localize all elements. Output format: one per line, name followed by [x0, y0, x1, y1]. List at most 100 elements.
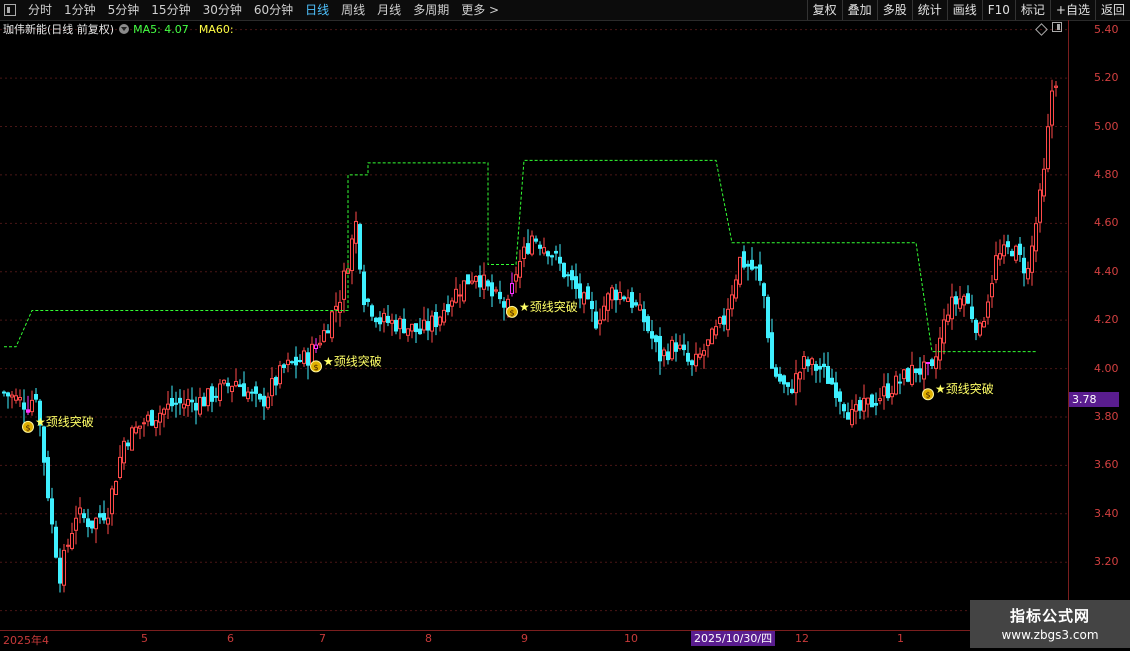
period-tab[interactable]: 多周期 [407, 0, 455, 20]
candle-body [814, 364, 818, 371]
candle-body [314, 344, 318, 349]
period-tab[interactable]: 60分钟 [248, 0, 299, 20]
candle-body [30, 399, 34, 413]
candle-body [138, 425, 142, 429]
candle-body [962, 295, 966, 306]
candle-body [838, 391, 842, 402]
candle-body [606, 293, 610, 311]
candle-body [942, 319, 946, 344]
price-axis-line [1068, 20, 1069, 630]
date-label: 6 [227, 632, 234, 645]
candle-body [722, 315, 726, 325]
multi-stock-button[interactable]: 多股 [876, 0, 912, 20]
candle-body [70, 533, 74, 549]
candle-body [682, 344, 686, 351]
add-watchlist-button[interactable]: +自选 [1049, 0, 1095, 20]
candle-body [302, 350, 306, 364]
candle-body [74, 517, 78, 531]
period-tab[interactable]: 30分钟 [197, 0, 248, 20]
candle-body [714, 326, 718, 336]
date-label: 12 [795, 632, 809, 645]
candle-body [1018, 243, 1022, 255]
period-tab[interactable]: 月线 [371, 0, 407, 20]
candle-body [622, 296, 626, 300]
candle-body [890, 393, 894, 398]
panel-toggle-icon[interactable] [1052, 22, 1062, 32]
candle-body [366, 298, 370, 302]
period-tab[interactable]: 分时 [22, 0, 58, 20]
candle-body [482, 274, 486, 290]
candle-body [306, 352, 310, 366]
price-tick-label: 5.40 [1094, 22, 1119, 36]
candle-body [558, 256, 562, 264]
candle-body [686, 352, 690, 362]
candle-body [710, 328, 714, 345]
candle-body [10, 394, 14, 398]
more-periods-button[interactable]: 更多 > [455, 0, 505, 20]
candle-body [322, 330, 326, 342]
candle-body [810, 358, 814, 365]
candle-body [582, 292, 586, 305]
candle-body [66, 544, 70, 547]
candle-body [746, 263, 750, 267]
candle-body [430, 315, 434, 332]
candle-body [114, 480, 118, 496]
candle-body [462, 280, 466, 302]
restore-rights-button[interactable]: 复权 [806, 0, 842, 20]
candle-body [654, 335, 658, 343]
candlestick-chart[interactable]: $ ★颈线突破 $ ★颈线突破 $ ★颈线突破 $ ★颈线突破 [0, 20, 1068, 630]
money-bag-icon-glyph: $ [25, 423, 30, 432]
candle-body [598, 319, 602, 325]
candle-body [954, 296, 958, 305]
candle-body [530, 235, 534, 255]
candle-body [862, 397, 866, 412]
draw-line-button[interactable]: 画线 [946, 0, 982, 20]
candle-body [902, 369, 906, 380]
candle-body [358, 224, 362, 270]
candle-body [650, 331, 654, 339]
candle-body [262, 395, 266, 407]
overlay-button[interactable]: 叠加 [841, 0, 877, 20]
candle-body [42, 426, 46, 463]
candle-body [614, 289, 618, 301]
mark-button[interactable]: 标记 [1014, 0, 1050, 20]
period-tab[interactable]: 5分钟 [102, 0, 146, 20]
period-tab[interactable]: 1分钟 [58, 0, 102, 20]
candle-body [434, 311, 438, 328]
period-tab-daily[interactable]: 日线 [299, 0, 335, 20]
dropdown-circle-icon[interactable] [119, 24, 130, 34]
period-tab[interactable]: 周线 [335, 0, 371, 20]
candle-body [770, 332, 774, 369]
candle-body [62, 549, 66, 586]
date-label: 10 [624, 632, 638, 645]
candle-body [178, 397, 182, 404]
candle-body [922, 361, 926, 380]
neckline-breakout-label: ★颈线突破 [935, 381, 994, 396]
diamond-icon[interactable] [1035, 23, 1048, 36]
back-button[interactable]: 返回 [1094, 0, 1130, 20]
candle-body [574, 276, 578, 289]
candle-body [82, 513, 86, 519]
candle-body [22, 402, 26, 410]
candle-body [222, 379, 226, 384]
neckline-breakout-label: ★颈线突破 [35, 414, 94, 429]
candle-body [542, 247, 546, 254]
candle-body [146, 414, 150, 422]
candle-body [90, 520, 94, 529]
candle-body [594, 311, 598, 329]
candle-body [854, 404, 858, 412]
date-label: 8 [425, 632, 432, 645]
f10-button[interactable]: F10 [981, 0, 1015, 20]
candle-body [758, 264, 762, 281]
candle-body [798, 371, 802, 380]
candle-body [378, 317, 382, 325]
candle-body [86, 518, 90, 528]
window-toggle-icon[interactable] [4, 4, 16, 16]
statistics-button[interactable]: 统计 [911, 0, 947, 20]
candle-body [210, 386, 214, 402]
candle-body [930, 359, 934, 366]
candle-body [898, 381, 902, 384]
candle-body [782, 375, 786, 385]
candle-body [1042, 168, 1046, 197]
period-tab[interactable]: 15分钟 [145, 0, 196, 20]
